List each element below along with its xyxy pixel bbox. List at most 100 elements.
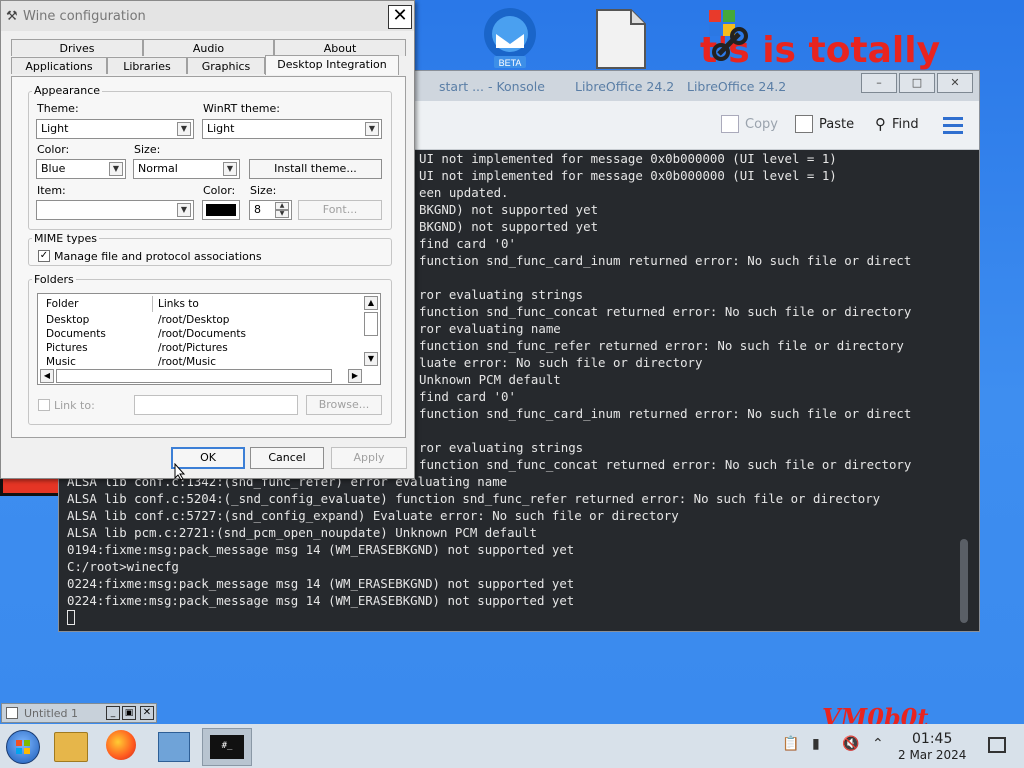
folder-link: /root/Pictures bbox=[158, 342, 228, 354]
thunderbird-beta-icon[interactable]: BETA bbox=[478, 4, 538, 68]
size-select-value: Normal bbox=[138, 162, 178, 175]
copy-button[interactable]: Copy bbox=[721, 115, 778, 133]
terminal-line: ALSA lib conf.c:5727:(snd_config_expand)… bbox=[67, 508, 679, 523]
tab-about[interactable]: About bbox=[274, 39, 406, 56]
maximize-button[interactable]: □ bbox=[899, 73, 935, 93]
chevron-down-icon: ▼ bbox=[365, 122, 379, 136]
tab-graphics[interactable]: Graphics bbox=[187, 57, 265, 74]
copy-label: Copy bbox=[745, 116, 778, 132]
theme-select[interactable]: Light ▼ bbox=[36, 119, 194, 139]
spin-up-icon[interactable]: ▲ bbox=[275, 202, 289, 210]
scroll-left-icon[interactable]: ◀ bbox=[40, 369, 54, 383]
vertical-scroll-thumb[interactable] bbox=[364, 312, 378, 336]
firefox-icon[interactable] bbox=[106, 730, 136, 760]
terminal-line: C:/root>winecfg bbox=[67, 559, 179, 574]
cancel-button[interactable]: Cancel bbox=[250, 447, 324, 469]
minimize-button[interactable]: – bbox=[861, 73, 897, 93]
item-size-label: Size: bbox=[250, 184, 277, 197]
terminal-taskbar-button[interactable]: #_ bbox=[202, 728, 252, 766]
font-button[interactable]: Font... bbox=[298, 200, 382, 220]
tab-desktop-integration[interactable]: Desktop Integration bbox=[265, 55, 399, 75]
tab-applications[interactable]: Applications bbox=[11, 57, 107, 74]
link-to-checkbox[interactable] bbox=[38, 399, 50, 411]
item-size-spinner[interactable]: 8 ▲ ▼ bbox=[249, 200, 292, 220]
terminal-line: luate error: No such file or directory bbox=[419, 355, 703, 370]
column-header-folder[interactable]: Folder bbox=[46, 298, 78, 310]
item-label: Item: bbox=[37, 184, 66, 197]
size-label: Size: bbox=[134, 143, 161, 156]
paste-button[interactable]: Paste bbox=[795, 115, 854, 133]
chevron-up-icon[interactable]: ⌃ bbox=[872, 736, 884, 752]
windows-logo-icon bbox=[16, 740, 30, 754]
size-select[interactable]: Normal ▼ bbox=[133, 159, 240, 179]
taskbar: #_ bbox=[0, 724, 1024, 768]
clock-time[interactable]: 01:45 bbox=[912, 731, 952, 747]
terminal-line: Unknown PCM default bbox=[419, 372, 561, 387]
restore-icon[interactable]: ▣ bbox=[122, 706, 136, 720]
find-button[interactable]: ⚲ Find bbox=[875, 115, 919, 133]
scroll-up-icon[interactable]: ▲ bbox=[364, 296, 378, 310]
wine-config-dialog[interactable]: ⚒ Wine configuration ✕ Drives Audio Abou… bbox=[0, 0, 415, 479]
folders-group-label: Folders bbox=[32, 273, 76, 286]
terminal-line: function snd_func_refer returned error: … bbox=[419, 338, 904, 353]
folder-row-music[interactable]: Music bbox=[46, 356, 76, 368]
svg-text:BETA: BETA bbox=[499, 58, 522, 68]
search-icon: ⚲ bbox=[875, 115, 886, 133]
close-icon[interactable]: ✕ bbox=[388, 5, 412, 29]
terminal-cursor bbox=[67, 610, 75, 625]
item-color-button[interactable] bbox=[202, 200, 240, 220]
column-divider[interactable] bbox=[152, 296, 153, 312]
scroll-right-icon[interactable]: ▶ bbox=[348, 369, 362, 383]
manage-associations-checkbox[interactable]: ✓ bbox=[38, 250, 50, 262]
apply-button[interactable]: Apply bbox=[331, 447, 407, 469]
window-icon bbox=[6, 707, 18, 719]
shortcut-link-icon[interactable] bbox=[705, 6, 765, 70]
control-panel-icon[interactable] bbox=[158, 732, 190, 762]
chevron-down-icon: ▼ bbox=[177, 122, 191, 136]
winrt-theme-label: WinRT theme: bbox=[203, 102, 280, 115]
wine-titlebar[interactable]: ⚒ Wine configuration ✕ bbox=[1, 1, 414, 31]
file-manager-icon[interactable] bbox=[54, 732, 88, 762]
appearance-group-label: Appearance bbox=[32, 84, 103, 97]
battery-icon[interactable]: ▮ bbox=[812, 736, 820, 752]
terminal-line: ror evaluating strings bbox=[419, 440, 584, 455]
column-header-links[interactable]: Links to bbox=[158, 298, 199, 310]
folder-row-desktop[interactable]: Desktop bbox=[46, 314, 89, 326]
libreoffice-icon[interactable] bbox=[593, 8, 653, 72]
terminal-scrollbar[interactable] bbox=[960, 539, 968, 623]
paste-label: Paste bbox=[819, 116, 855, 132]
terminal-line: ror evaluating strings bbox=[419, 287, 584, 302]
winrt-theme-select[interactable]: Light ▼ bbox=[202, 119, 382, 139]
terminal-line: UI not implemented for message 0x0b00000… bbox=[419, 168, 837, 183]
folder-row-documents[interactable]: Documents bbox=[46, 328, 106, 340]
tab-audio[interactable]: Audio bbox=[143, 39, 274, 56]
clock-date[interactable]: 2 Mar 2024 bbox=[898, 748, 966, 762]
chevron-down-icon: ▼ bbox=[109, 162, 123, 176]
minimize-icon[interactable]: _ bbox=[106, 706, 120, 720]
link-to-input[interactable] bbox=[134, 395, 298, 415]
show-desktop-icon[interactable] bbox=[988, 737, 1006, 753]
color-select[interactable]: Blue ▼ bbox=[36, 159, 126, 179]
hamburger-menu-icon[interactable] bbox=[943, 117, 963, 138]
browse-button[interactable]: Browse... bbox=[306, 395, 382, 415]
tab-drives[interactable]: Drives bbox=[11, 39, 143, 56]
start-menu-button[interactable] bbox=[6, 730, 40, 764]
clipboard-icon[interactable]: 📋 bbox=[782, 736, 799, 752]
install-theme-button[interactable]: Install theme... bbox=[249, 159, 382, 179]
item-select[interactable]: ▼ bbox=[36, 200, 194, 220]
speaker-muted-icon[interactable]: 🔇 bbox=[842, 736, 859, 752]
close-icon[interactable]: ✕ bbox=[140, 706, 154, 720]
close-button[interactable]: ✕ bbox=[937, 73, 973, 93]
scroll-down-icon[interactable]: ▼ bbox=[364, 352, 378, 366]
spin-down-icon[interactable]: ▼ bbox=[275, 210, 289, 218]
link-to-label: Link to: bbox=[54, 399, 95, 412]
folders-list[interactable]: Folder Links to Desktop /root/Desktop Do… bbox=[37, 293, 381, 385]
horizontal-scroll-thumb[interactable] bbox=[56, 369, 332, 383]
mime-group-label: MIME types bbox=[32, 232, 99, 245]
terminal-line: ALSA lib conf.c:5204:(_snd_config_evalua… bbox=[67, 491, 881, 506]
item-size-value: 8 bbox=[254, 203, 261, 216]
tab-libraries[interactable]: Libraries bbox=[107, 57, 187, 74]
untitled-window-tab[interactable]: Untitled 1 _ ▣ ✕ bbox=[1, 703, 157, 723]
folder-row-pictures[interactable]: Pictures bbox=[46, 342, 88, 354]
winrt-theme-value: Light bbox=[207, 122, 235, 135]
